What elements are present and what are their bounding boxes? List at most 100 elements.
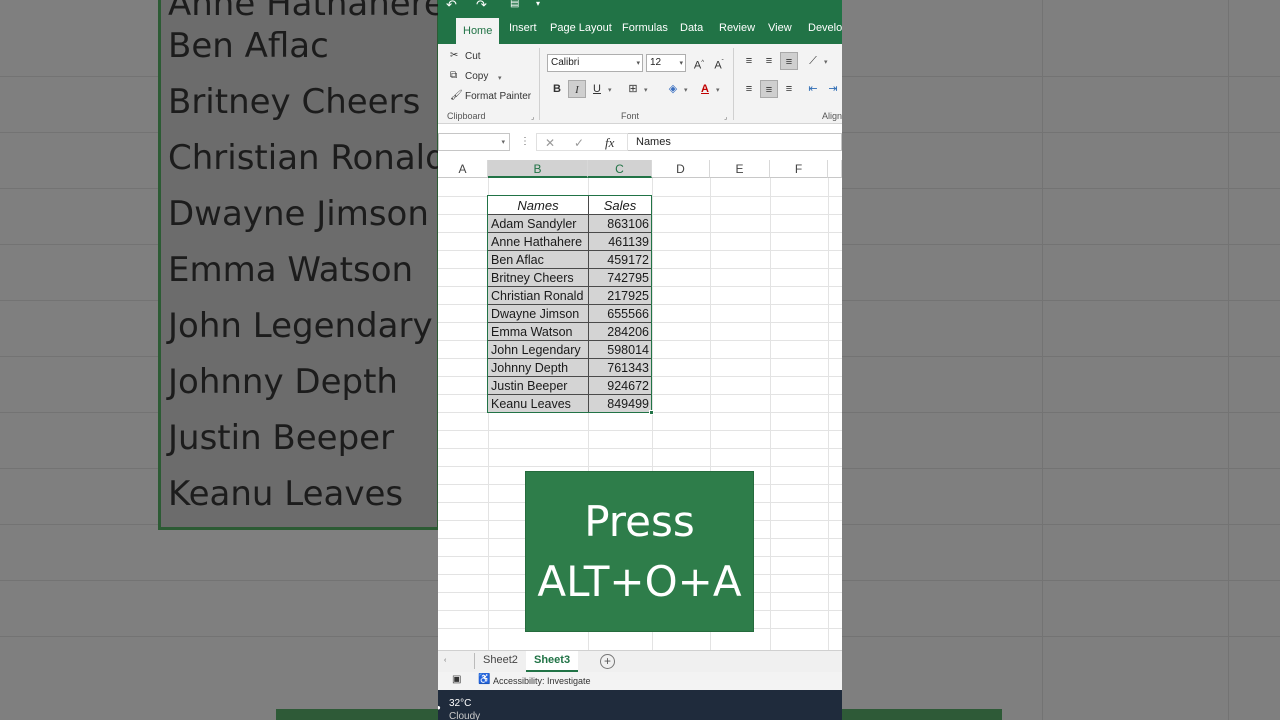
customize-qat-icon[interactable]: ▾ bbox=[536, 0, 540, 8]
weather-temp[interactable]: 32°C bbox=[449, 698, 471, 709]
align-left-icon[interactable]: ≡ bbox=[740, 80, 758, 98]
align-right-icon[interactable]: ≡ bbox=[780, 80, 798, 98]
fill-color-icon[interactable]: ◈ bbox=[664, 80, 682, 98]
clipboard-launcher-icon[interactable]: ⌟ bbox=[531, 113, 534, 121]
sheet-tab-bar: ‹ Sheet2 Sheet3 + bbox=[438, 650, 842, 672]
macro-record-icon[interactable]: ▣ bbox=[452, 674, 461, 685]
borders-icon[interactable]: ⊞ bbox=[624, 80, 642, 98]
overlay-line-1: Press bbox=[584, 497, 695, 546]
background-name: Johnny Depth bbox=[168, 362, 398, 402]
tab-home[interactable]: Home bbox=[456, 18, 500, 44]
background-name: Anne Hathahere bbox=[168, 0, 445, 24]
tab-page-layout[interactable]: Page Layout bbox=[550, 22, 612, 34]
enter-icon[interactable]: ✓ bbox=[574, 136, 584, 150]
excel-window: ↶ ↷ ▤ ▾ Home Insert Page Layout Formulas… bbox=[438, 0, 842, 720]
bold-icon[interactable]: B bbox=[548, 80, 566, 98]
chevron-down-icon[interactable]: ▾ bbox=[636, 59, 640, 67]
taskbar: ● 32°C Cloudy bbox=[438, 690, 842, 720]
gridline bbox=[828, 178, 829, 650]
copy-dropdown-icon[interactable]: ▾ bbox=[498, 74, 502, 82]
increase-indent-icon[interactable]: ⇥ bbox=[824, 80, 842, 98]
column-header-c[interactable]: C bbox=[588, 160, 652, 178]
name-box[interactable]: ▾ bbox=[438, 133, 510, 151]
chevron-down-icon[interactable]: ▾ bbox=[679, 59, 683, 67]
format-painter-icon[interactable]: 🖌 bbox=[450, 90, 463, 101]
font-launcher-icon[interactable]: ⌟ bbox=[724, 113, 727, 121]
weather-dot-icon: ● bbox=[438, 703, 441, 712]
underline-icon[interactable]: U bbox=[588, 80, 606, 98]
weather-condition[interactable]: Cloudy bbox=[449, 711, 480, 720]
column-header-b[interactable]: B bbox=[488, 160, 588, 178]
font-size-combo[interactable]: 12 ▾ bbox=[646, 54, 686, 72]
worksheet-grid: A B C D E F Names Sales Adam Sandyler 86… bbox=[438, 160, 842, 650]
tab-developer[interactable]: Develop bbox=[808, 22, 842, 34]
form-icon[interactable]: ▤ bbox=[510, 0, 519, 9]
tab-insert[interactable]: Insert bbox=[509, 22, 537, 34]
font-color-icon[interactable]: A bbox=[696, 80, 714, 98]
accessibility-icon[interactable]: ♿ bbox=[478, 674, 490, 685]
formula-controls: ✕ ✓ fx bbox=[536, 133, 628, 151]
underline-dropdown-icon[interactable]: ▾ bbox=[608, 86, 612, 94]
align-bottom-icon[interactable]: ≡ bbox=[780, 52, 798, 70]
tab-review[interactable]: Review bbox=[719, 22, 755, 34]
column-header-d[interactable]: D bbox=[652, 160, 710, 178]
format-painter-button[interactable]: Format Painter bbox=[465, 91, 531, 102]
ribbon-home: ✂ Cut ⧉ Copy ▾ 🖌 Format Painter Clipboar… bbox=[438, 44, 842, 124]
quick-access-toolbar: ↶ ↷ ▤ ▾ bbox=[438, 0, 842, 12]
group-separator bbox=[733, 48, 734, 120]
ribbon-tabs: Home Insert Page Layout Formulas Data Re… bbox=[438, 12, 842, 44]
font-size-value: 12 bbox=[650, 57, 662, 68]
tab-data[interactable]: Data bbox=[680, 22, 703, 34]
scroll-tabs-icon[interactable]: ‹ bbox=[444, 657, 446, 664]
chevron-down-icon[interactable]: ▾ bbox=[501, 138, 505, 146]
orientation-dropdown-icon[interactable]: ▾ bbox=[824, 58, 828, 66]
formula-bar: ▾ ⋮ ✕ ✓ fx Names bbox=[438, 130, 842, 154]
font-family-combo[interactable]: Calibri ▾ bbox=[547, 54, 643, 72]
group-separator bbox=[539, 48, 540, 120]
decrease-font-icon[interactable]: Aˇ bbox=[710, 54, 728, 72]
cancel-icon[interactable]: ✕ bbox=[545, 136, 555, 150]
column-header-f[interactable]: F bbox=[770, 160, 828, 178]
column-header-g[interactable] bbox=[828, 160, 842, 178]
insert-function-icon[interactable]: fx bbox=[605, 135, 614, 151]
font-color-dropdown-icon[interactable]: ▾ bbox=[716, 86, 720, 94]
gridline bbox=[438, 466, 842, 467]
sheet-tab-sheet2[interactable]: Sheet2 bbox=[475, 651, 526, 672]
cut-button[interactable]: Cut bbox=[465, 51, 481, 62]
borders-dropdown-icon[interactable]: ▾ bbox=[644, 86, 648, 94]
background-name: John Legendary bbox=[168, 306, 433, 346]
sheet-tab-sheet3[interactable]: Sheet3 bbox=[526, 651, 579, 672]
font-family-value: Calibri bbox=[551, 57, 580, 68]
background-name: Ben Aflac bbox=[168, 26, 329, 66]
cut-icon[interactable]: ✂ bbox=[450, 50, 458, 61]
copy-button[interactable]: Copy bbox=[465, 71, 488, 82]
background-name: Justin Beeper bbox=[168, 418, 395, 458]
gridline bbox=[770, 178, 771, 650]
tab-view[interactable]: View bbox=[768, 22, 792, 34]
background-green-strip bbox=[276, 709, 438, 720]
decrease-indent-icon[interactable]: ⇤ bbox=[804, 80, 822, 98]
increase-font-icon[interactable]: A^ bbox=[690, 54, 708, 72]
tab-formulas[interactable]: Formulas bbox=[622, 22, 668, 34]
background-name: Keanu Leaves bbox=[168, 474, 404, 514]
alignment-group-label: Align bbox=[822, 111, 842, 121]
orientation-icon[interactable]: ⟋ bbox=[804, 52, 822, 70]
background-green-strip bbox=[842, 709, 1002, 720]
selection-border bbox=[487, 195, 652, 413]
status-bar: ▣ ♿ Accessibility: Investigate bbox=[438, 672, 842, 690]
align-top-icon[interactable]: ≡ bbox=[740, 52, 758, 70]
background-right-panel bbox=[842, 0, 1280, 720]
copy-icon[interactable]: ⧉ bbox=[450, 70, 457, 81]
add-sheet-icon[interactable]: + bbox=[600, 654, 615, 669]
align-center-icon[interactable]: ≡ bbox=[760, 80, 778, 98]
align-middle-icon[interactable]: ≡ bbox=[760, 52, 778, 70]
italic-icon[interactable]: I bbox=[568, 80, 586, 98]
fill-handle[interactable] bbox=[649, 410, 654, 415]
clipboard-group-label: Clipboard bbox=[447, 111, 486, 121]
fill-color-dropdown-icon[interactable]: ▾ bbox=[684, 86, 688, 94]
background-name: Emma Watson bbox=[168, 250, 414, 290]
formula-input[interactable]: Names bbox=[628, 133, 842, 151]
column-header-a[interactable]: A bbox=[438, 160, 488, 178]
column-header-e[interactable]: E bbox=[710, 160, 770, 178]
accessibility-status[interactable]: Accessibility: Investigate bbox=[493, 676, 591, 686]
